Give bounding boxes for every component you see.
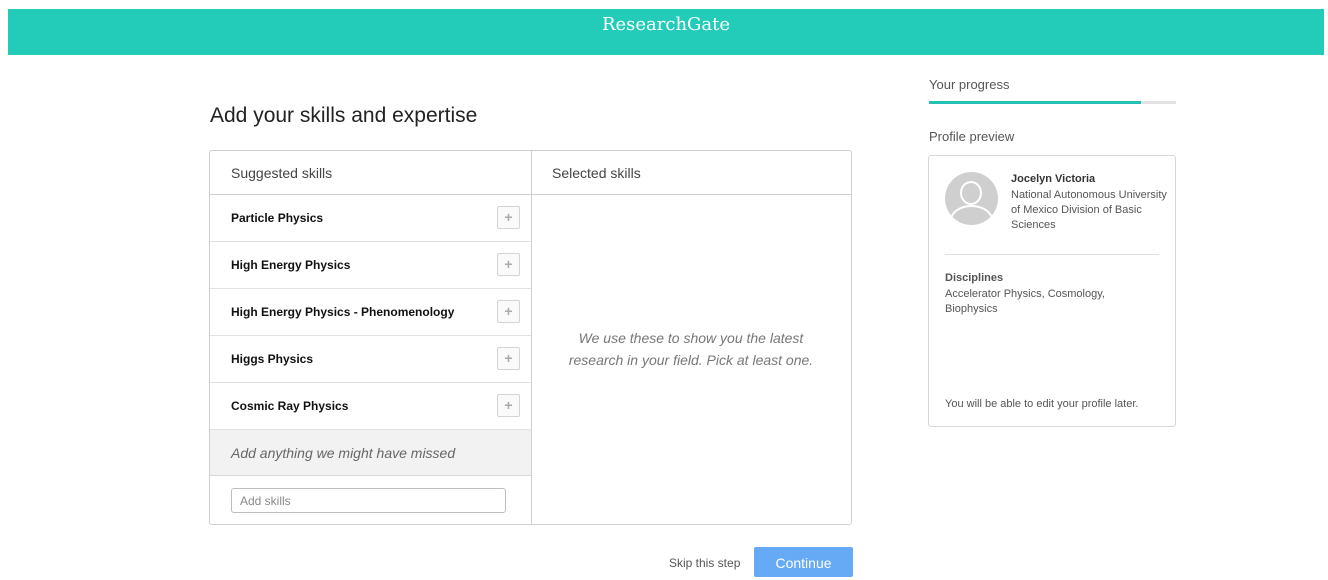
suggested-skills-header: Suggested skills: [210, 151, 531, 195]
divider: [945, 254, 1159, 255]
profile-preview-label: Profile preview: [929, 129, 1015, 144]
skill-item: Particle Physics +: [210, 195, 531, 242]
skill-item: High Energy Physics +: [210, 242, 531, 289]
progress-bar: [929, 101, 1176, 104]
disciplines-list: Accelerator Physics, Cosmology, Biophysi…: [945, 288, 1105, 315]
disciplines-heading: Disciplines: [945, 272, 1004, 284]
empty-hint-text: We use these to show you the latest rese…: [568, 330, 814, 368]
add-skill-button[interactable]: +: [497, 300, 520, 323]
skill-label: High Energy Physics: [231, 258, 351, 272]
skill-label: High Energy Physics - Phenomenology: [231, 305, 455, 319]
skill-item: Cosmic Ray Physics +: [210, 383, 531, 430]
plus-icon: +: [504, 397, 513, 413]
profile-preview-card: Jocelyn Victoria National Autonomous Uni…: [928, 155, 1176, 427]
avatar-head: [960, 181, 982, 205]
brand-logo[interactable]: ResearchGate: [8, 14, 1324, 35]
missed-skills-prompt: Add anything we might have missed: [210, 430, 531, 476]
selected-skills-header: Selected skills: [531, 151, 851, 195]
add-skill-button[interactable]: +: [497, 394, 520, 417]
profile-name: Jocelyn Victoria: [1011, 173, 1096, 185]
avatar-shoulders: [950, 205, 993, 225]
skill-label: Particle Physics: [231, 211, 324, 225]
add-skills-wrapper: [210, 476, 531, 513]
skills-panel: Suggested skills Particle Physics + High…: [209, 150, 852, 525]
progress-bar-fill: [929, 101, 1142, 104]
top-bar: ResearchGate: [8, 9, 1324, 55]
default-avatar-icon: [945, 172, 998, 225]
selected-skills-column: Selected skills We use these to show you…: [531, 151, 851, 524]
page-title: Add your skills and expertise: [210, 104, 478, 127]
skill-item: High Energy Physics - Phenomenology +: [210, 289, 531, 336]
profile-affiliation: National Autonomous University of Mexico…: [1011, 189, 1167, 231]
plus-icon: +: [504, 303, 513, 319]
plus-icon: +: [504, 209, 513, 225]
skill-label: Higgs Physics: [231, 352, 314, 366]
add-skills-input[interactable]: [231, 488, 506, 513]
skill-item: Higgs Physics +: [210, 336, 531, 383]
add-skill-button[interactable]: +: [497, 253, 520, 276]
suggested-skills-column: Suggested skills Particle Physics + High…: [210, 151, 532, 524]
continue-button[interactable]: Continue: [754, 547, 853, 577]
plus-icon: +: [504, 350, 513, 366]
add-skill-button[interactable]: +: [497, 347, 520, 370]
skip-step-link[interactable]: Skip this step: [669, 556, 740, 570]
progress-label: Your progress: [929, 77, 1010, 92]
edit-later-note: You will be able to edit your profile la…: [945, 398, 1139, 410]
skill-label: Cosmic Ray Physics: [231, 399, 349, 413]
add-skill-button[interactable]: +: [497, 206, 520, 229]
selected-skills-empty-hint: We use these to show you the latest rese…: [531, 327, 851, 371]
plus-icon: +: [504, 256, 513, 272]
